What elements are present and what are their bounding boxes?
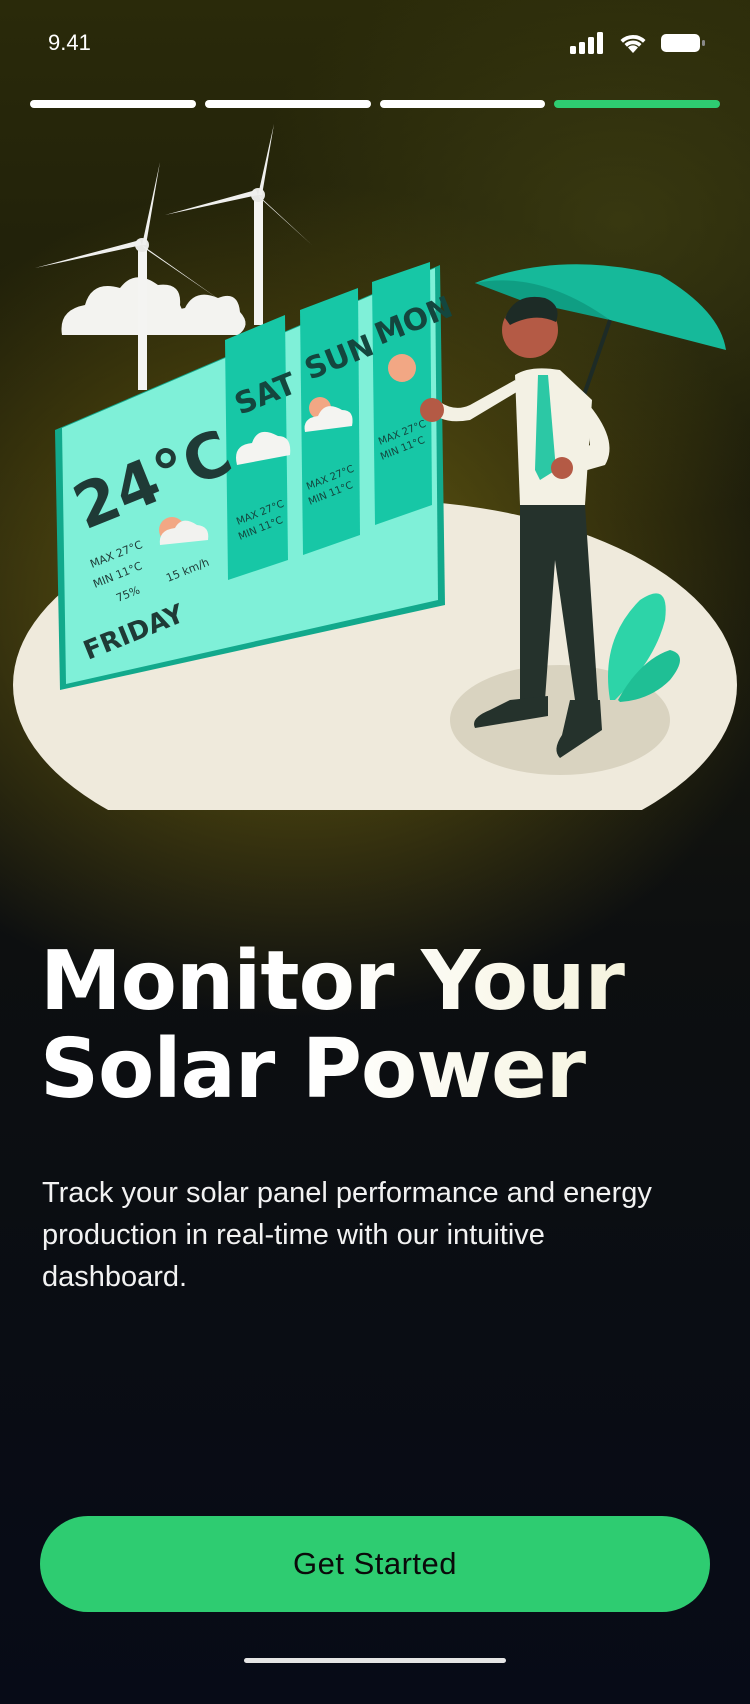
status-bar: 9.41 — [0, 0, 750, 90]
progress-step-1 — [30, 100, 196, 108]
progress-step-2 — [204, 100, 371, 108]
onboarding-progress — [30, 100, 720, 108]
title-line-2: Solar Power — [40, 1026, 720, 1114]
home-indicator[interactable] — [244, 1658, 506, 1663]
weather-illustration: 24°C MAX 27°C MIN 11°C 75% 15 km/h FRIDA… — [13, 124, 737, 810]
progress-step-3 — [379, 100, 546, 108]
sun-icon — [388, 354, 416, 382]
page-title: Monitor Your Solar Power — [40, 938, 720, 1114]
progress-step-4 — [554, 100, 720, 108]
status-time: 9.41 — [48, 30, 91, 55]
battery-icon — [661, 34, 705, 52]
signal-icon — [570, 32, 603, 54]
status-icons — [570, 32, 706, 54]
wind-turbine-right — [165, 124, 312, 325]
title-line-1: Monitor Your — [40, 938, 720, 1026]
wind-turbine-left — [35, 162, 220, 390]
description-text: Track your solar panel performance and e… — [42, 1177, 652, 1293]
wifi-icon — [620, 34, 646, 53]
get-started-button[interactable]: Get Started — [40, 1516, 710, 1612]
